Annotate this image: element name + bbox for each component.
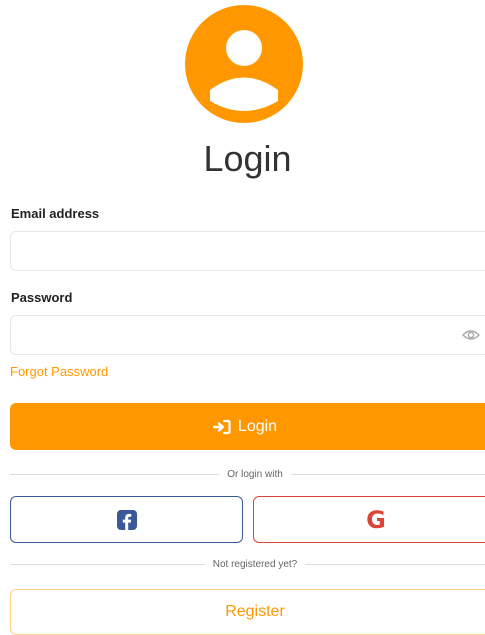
facebook-login-button[interactable]	[10, 496, 243, 543]
password-label: Password	[11, 290, 73, 305]
divider-line	[10, 563, 205, 565]
facebook-icon	[116, 509, 137, 530]
social-divider-text: Or login with	[227, 468, 283, 480]
sign-in-icon	[212, 419, 231, 434]
eye-icon[interactable]	[462, 328, 480, 342]
password-field[interactable]	[11, 316, 455, 352]
register-divider-text: Not registered yet?	[212, 558, 298, 570]
email-field[interactable]	[11, 232, 455, 268]
register-divider: Not registered yet?	[10, 556, 485, 572]
divider-line	[305, 563, 485, 565]
register-button-label: Register	[225, 603, 285, 620]
user-avatar-icon	[185, 5, 303, 123]
login-button-label: Login	[237, 417, 278, 435]
social-divider: Or login with	[10, 466, 485, 482]
email-label: Email address	[11, 206, 100, 221]
google-icon: G	[366, 505, 386, 534]
register-button[interactable]: Register	[10, 589, 485, 635]
password-field-container	[10, 315, 485, 355]
divider-line	[290, 473, 485, 475]
login-button[interactable]: Login	[10, 403, 485, 450]
google-login-button[interactable]: G	[253, 496, 485, 543]
divider-line	[10, 473, 220, 475]
email-field-container	[10, 231, 485, 271]
forgot-password-link[interactable]: Forgot Password	[10, 364, 108, 379]
page-title: Login	[203, 138, 292, 179]
